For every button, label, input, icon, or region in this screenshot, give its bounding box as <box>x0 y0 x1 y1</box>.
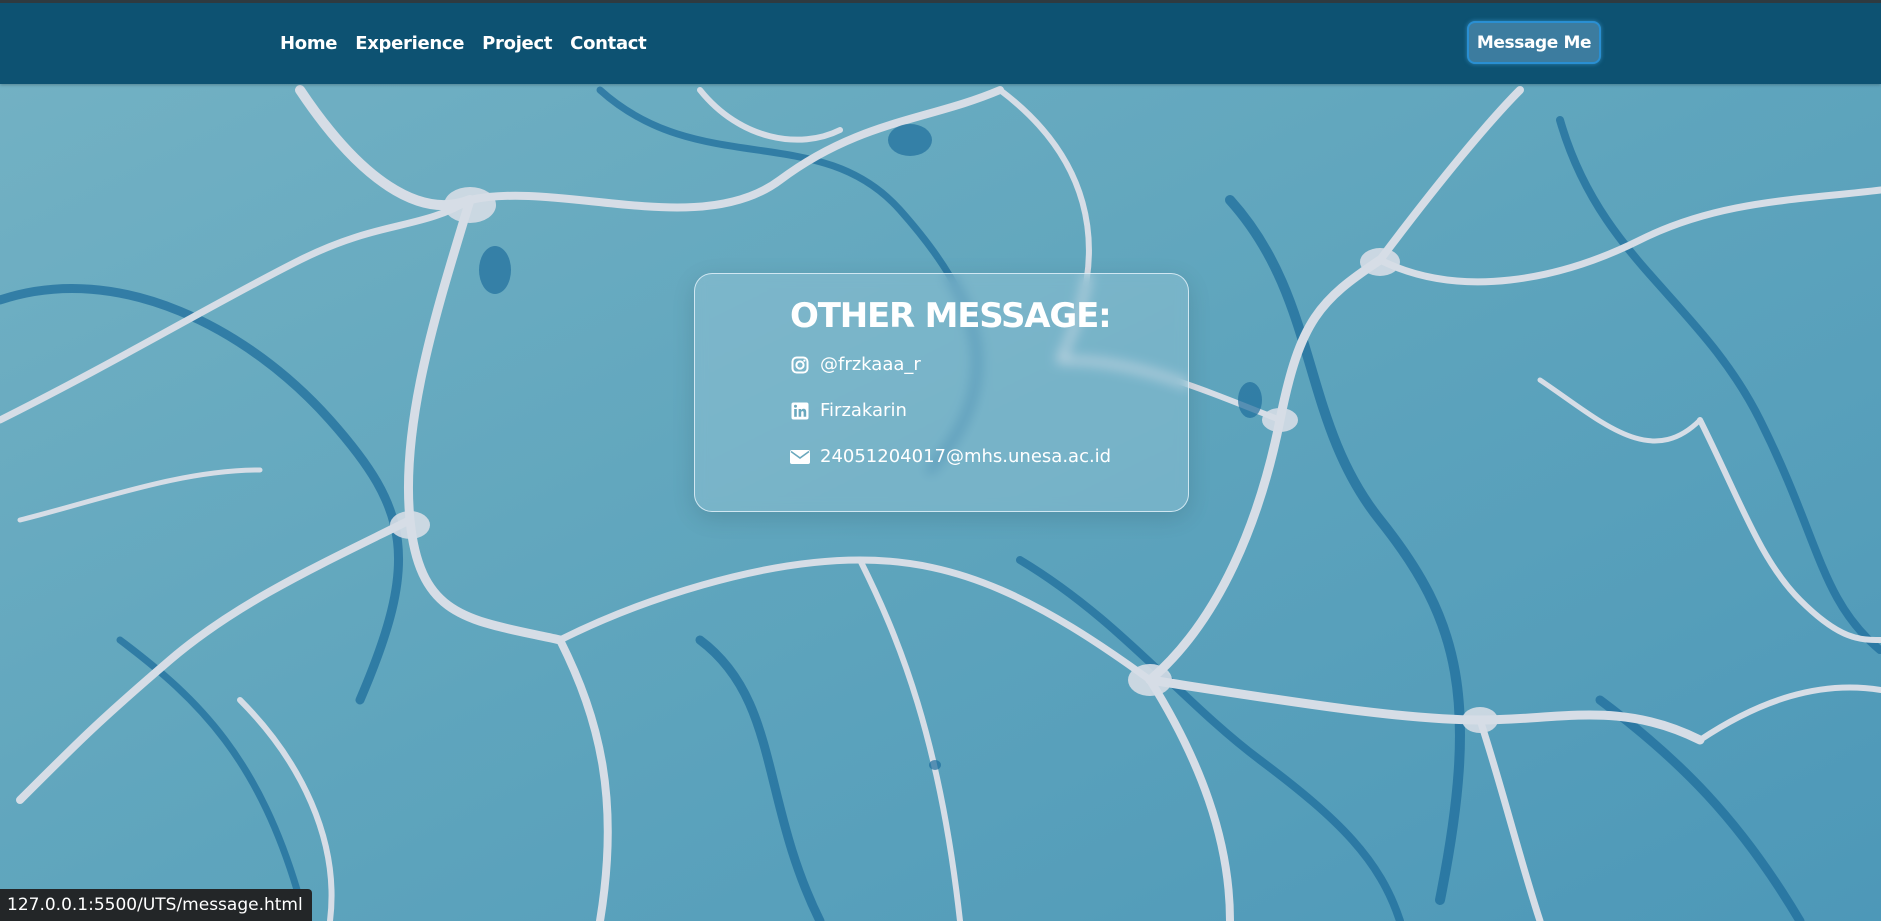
browser-status-bar: 127.0.0.1:5500/UTS/message.html <box>0 889 312 921</box>
instagram-handle: @frzkaaa_r <box>820 354 921 375</box>
instagram-icon <box>790 355 810 375</box>
nav-link-home[interactable]: Home <box>280 33 338 54</box>
nav-links: Home Experience Project Contact <box>280 3 647 84</box>
linkedin-name: Firzakarin <box>820 400 907 421</box>
navbar: Home Experience Project Contact Message … <box>0 3 1881 84</box>
linkedin-contact[interactable]: Firzakarin <box>790 400 907 421</box>
envelope-icon <box>790 447 810 467</box>
status-bar-url: 127.0.0.1:5500/UTS/message.html <box>7 895 303 915</box>
nav-link-experience[interactable]: Experience <box>355 33 464 54</box>
instagram-contact[interactable]: @frzkaaa_r <box>790 354 921 375</box>
nav-link-contact[interactable]: Contact <box>570 33 647 54</box>
linkedin-icon <box>790 401 810 421</box>
email-contact[interactable]: 24051204017@mhs.unesa.ac.id <box>790 446 1111 467</box>
nav-link-project[interactable]: Project <box>482 33 552 54</box>
message-me-button[interactable]: Message Me <box>1467 21 1601 64</box>
email-address: 24051204017@mhs.unesa.ac.id <box>820 446 1112 467</box>
other-message-card: OTHER MESSAGE: @frzkaaa_r Firzakarin 240… <box>694 273 1189 512</box>
window-top-edge <box>0 0 1881 3</box>
card-title: OTHER MESSAGE: <box>790 296 1112 336</box>
